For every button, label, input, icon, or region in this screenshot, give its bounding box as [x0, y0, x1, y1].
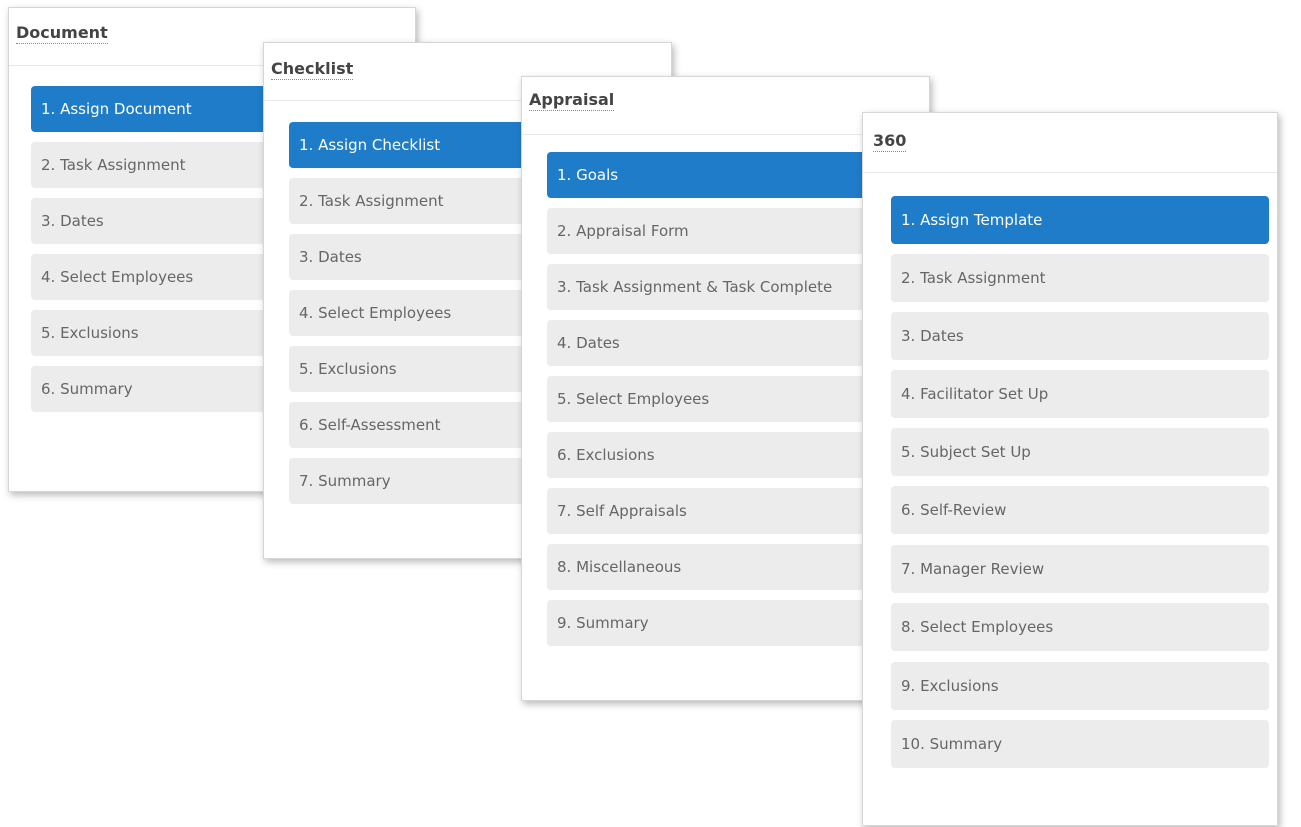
360-step-6[interactable]: 6. Self-Review: [891, 486, 1269, 534]
360-step-8[interactable]: 8. Select Employees: [891, 603, 1269, 651]
360-step-5[interactable]: 5. Subject Set Up: [891, 428, 1269, 476]
360-step-3[interactable]: 3. Dates: [891, 312, 1269, 360]
checklist-panel-title: Checklist: [271, 59, 354, 80]
360-panel: 360 1. Assign Template 2. Task Assignmen…: [862, 112, 1278, 826]
360-step-1[interactable]: 1. Assign Template: [891, 196, 1269, 244]
document-panel-title: Document: [16, 23, 108, 44]
360-step-10[interactable]: 10. Summary: [891, 720, 1269, 768]
360-step-2[interactable]: 2. Task Assignment: [891, 254, 1269, 302]
360-panel-title: 360: [873, 131, 907, 152]
360-step-4[interactable]: 4. Facilitator Set Up: [891, 370, 1269, 418]
360-step-9[interactable]: 9. Exclusions: [891, 662, 1269, 710]
360-panel-header: 360: [863, 113, 1277, 173]
360-step-7[interactable]: 7. Manager Review: [891, 545, 1269, 593]
appraisal-panel-title: Appraisal: [529, 90, 615, 111]
